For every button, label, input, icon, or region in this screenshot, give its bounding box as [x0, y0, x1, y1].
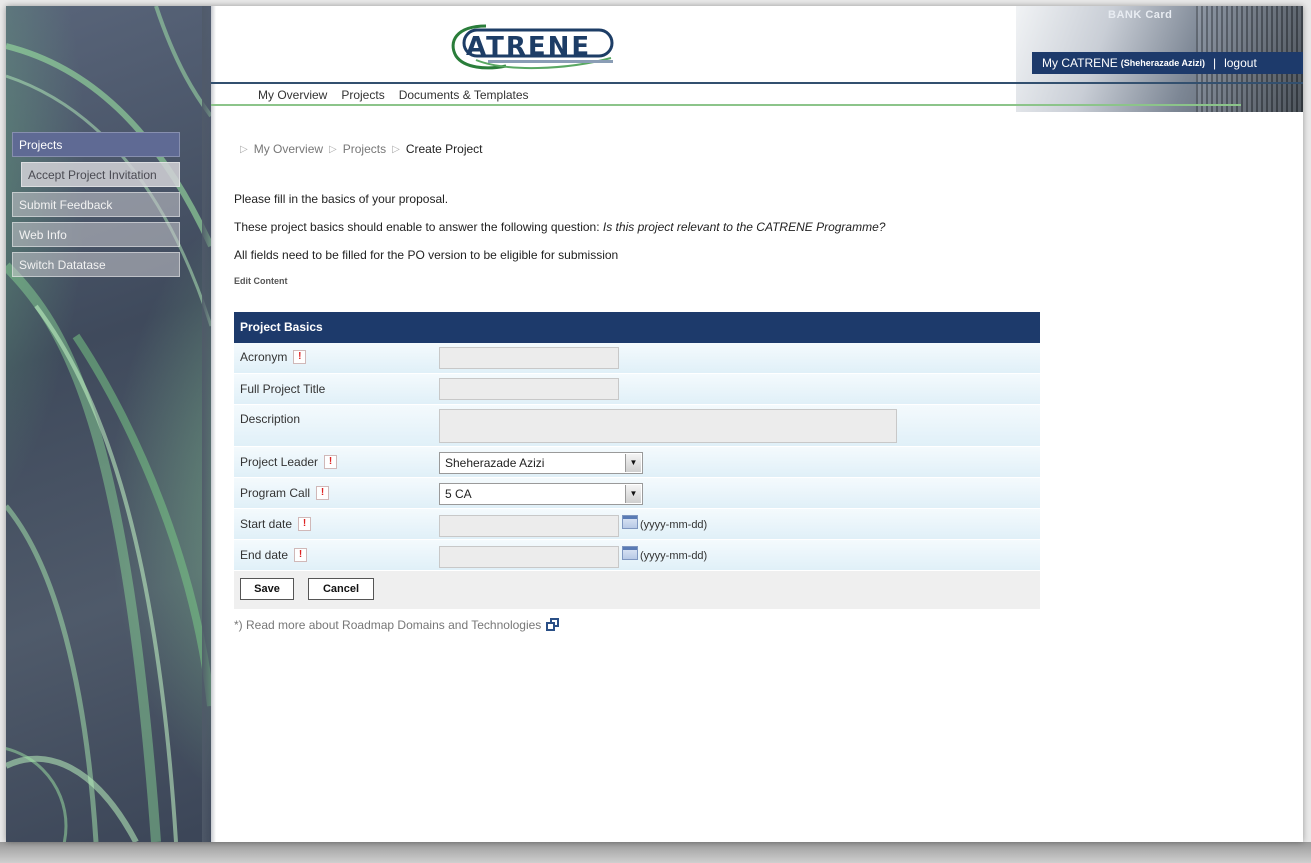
start-date-input[interactable] [439, 515, 619, 537]
project-basics-form: Project Basics Acronym ! Full Project Ti… [234, 312, 1040, 609]
intro-question: Is this project relevant to the CATRENE … [602, 220, 886, 234]
external-window-icon[interactable] [546, 618, 560, 632]
full-project-title-label: Full Project Title [240, 382, 326, 396]
end-date-label: End date ! [240, 548, 308, 562]
logo-tagline [488, 60, 613, 63]
row-acronym: Acronym ! [234, 343, 1040, 374]
header-divider [211, 82, 1303, 84]
calendar-icon[interactable] [622, 515, 638, 529]
program-call-label-text: Program Call [240, 486, 311, 500]
nav-divider [211, 104, 1241, 106]
breadcrumb: ▷ My Overview ▷ Projects ▷ Create Projec… [234, 142, 483, 156]
cancel-button[interactable]: Cancel [308, 578, 374, 600]
acronym-label-text: Acronym [240, 350, 288, 364]
chevron-down-icon[interactable]: ▼ [625, 485, 641, 503]
bank-card-label: BANK Card [1108, 9, 1173, 21]
end-date-format-hint: (yyyy-mm-dd) [640, 550, 708, 562]
edit-content-link[interactable]: Edit Content [234, 276, 288, 286]
chevron-down-icon[interactable]: ▼ [625, 454, 641, 472]
nav-documents-templates[interactable]: Documents & Templates [399, 88, 529, 102]
side-panel-fade [202, 6, 216, 842]
intro-line-1: Please fill in the basics of your propos… [234, 192, 449, 206]
my-catrene-link[interactable]: My CATRENE [1042, 56, 1118, 70]
program-call-select[interactable]: 5 CA ▼ [439, 483, 643, 505]
breadcrumb-arrow-icon: ▷ [240, 143, 248, 155]
row-start-date: Start date ! (yyyy-mm-dd) [234, 509, 1040, 540]
nav-projects[interactable]: Projects [341, 88, 384, 102]
intro-line-3: All fields need to be filled for the PO … [234, 248, 619, 262]
row-full-title: Full Project Title [234, 374, 1040, 405]
description-label: Description [240, 412, 301, 426]
breadcrumb-arrow-icon: ▷ [392, 143, 400, 155]
program-call-selected: 5 CA [445, 487, 472, 501]
program-call-label: Program Call ! [240, 486, 330, 500]
end-date-input[interactable] [439, 546, 619, 568]
save-button[interactable]: Save [240, 578, 294, 600]
description-textarea[interactable] [439, 409, 897, 443]
row-program-call: Program Call ! 5 CA ▼ [234, 478, 1040, 509]
start-date-format-hint: (yyyy-mm-dd) [640, 519, 708, 531]
form-actions: Save Cancel [234, 571, 1040, 609]
calendar-icon[interactable] [622, 546, 638, 560]
required-icon: ! [316, 486, 330, 500]
user-name: (Sheherazade Azizi) [1120, 58, 1205, 68]
top-navigation: My Overview Projects Documents & Templat… [258, 88, 543, 102]
bottom-shadow-bar [0, 842, 1311, 863]
start-date-label: Start date ! [240, 517, 312, 531]
start-date-label-text: Start date [240, 517, 293, 531]
project-leader-label-text: Project Leader [240, 455, 319, 469]
sidebar-item-submit-feedback[interactable]: Submit Feedback [12, 192, 180, 217]
breadcrumb-projects[interactable]: Projects [343, 142, 386, 156]
row-project-leader: Project Leader ! Sheherazade Azizi ▼ [234, 447, 1040, 478]
end-date-label-text: End date [240, 548, 289, 562]
breadcrumb-current: Create Project [405, 142, 483, 156]
roadmap-link[interactable]: *) Read more about Roadmap Domains and T… [234, 618, 541, 632]
sidebar-item-switch-database[interactable]: Switch Datatase [12, 252, 180, 277]
project-leader-selected: Sheherazade Azizi [445, 456, 545, 470]
breadcrumb-arrow-icon: ▷ [329, 143, 337, 155]
sidebar-item-projects[interactable]: Projects [12, 132, 180, 157]
sidebar-menu: Projects Accept Project Invitation Submi… [12, 132, 180, 282]
required-icon: ! [293, 350, 307, 364]
page: ATRENE BANK Card My CATRENE (Sheherazade… [6, 6, 1303, 842]
user-bar: My CATRENE (Sheherazade Azizi) | logout [1032, 52, 1303, 74]
logout-link[interactable]: logout [1224, 56, 1257, 70]
form-title: Project Basics [234, 312, 1040, 343]
required-icon: ! [324, 455, 338, 469]
full-project-title-input[interactable] [439, 378, 619, 400]
sidebar-item-accept-project-invitation[interactable]: Accept Project Invitation [21, 162, 180, 187]
roadmap-note: *) Read more about Roadmap Domains and T… [234, 618, 560, 632]
required-icon: ! [298, 517, 312, 531]
required-icon: ! [294, 548, 308, 562]
intro-line-2: These project basics should enable to an… [234, 220, 885, 234]
acronym-input[interactable] [439, 347, 619, 369]
row-description: Description [234, 405, 1040, 447]
acronym-label: Acronym ! [240, 350, 307, 364]
row-end-date: End date ! (yyyy-mm-dd) [234, 540, 1040, 571]
user-bar-separator: | [1212, 56, 1217, 70]
intro-line-2-prefix: These project basics should enable to an… [234, 220, 603, 234]
nav-my-overview[interactable]: My Overview [258, 88, 327, 102]
project-leader-label: Project Leader ! [240, 455, 338, 469]
catrene-logo[interactable]: ATRENE [446, 20, 616, 72]
project-leader-select[interactable]: Sheherazade Azizi ▼ [439, 452, 643, 474]
logo-text: ATRENE [466, 32, 592, 62]
sidebar-item-web-info[interactable]: Web Info [12, 222, 180, 247]
breadcrumb-my-overview[interactable]: My Overview [254, 142, 323, 156]
